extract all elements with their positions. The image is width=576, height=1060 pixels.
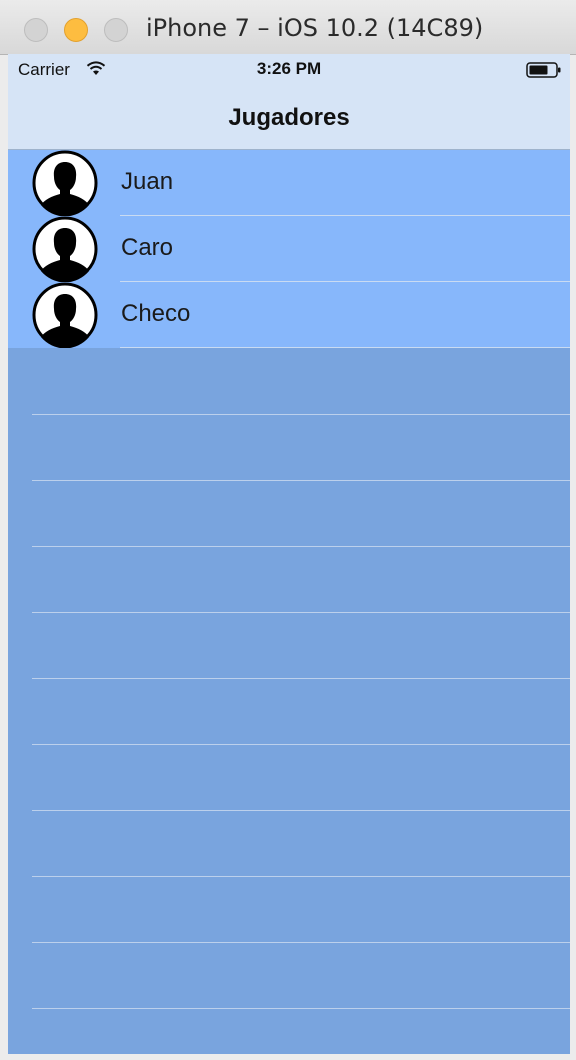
simulator-window: iPhone 7 – iOS 10.2 (14C89) Carrier 3:26… [0,0,576,1060]
zoom-button[interactable] [104,18,128,42]
status-bar: Carrier 3:26 PM [8,54,570,84]
empty-row-separator [32,942,570,943]
minimize-button[interactable] [64,18,88,42]
empty-row-separator [32,678,570,679]
player-name: Caro [121,234,174,261]
person-silhouette-icon [32,216,98,282]
nav-title: Jugadores [228,104,350,131]
empty-row-separator [32,414,570,415]
navigation-bar: Jugadores [8,84,570,150]
person-silhouette-icon [32,282,98,348]
window-title: iPhone 7 – iOS 10.2 (14C89) [146,14,484,42]
table-row[interactable]: Checo [8,282,570,348]
empty-row-separator [32,810,570,811]
empty-row-separator [32,480,570,481]
status-time: 3:26 PM [256,59,322,78]
empty-row-separator [32,1008,570,1009]
player-name: Checo [121,300,191,327]
empty-row-separator [32,612,570,613]
table-row[interactable]: Caro [8,216,570,282]
battery-icon [526,62,561,78]
window-titlebar[interactable]: iPhone 7 – iOS 10.2 (14C89) [0,0,576,55]
player-name: Juan [121,168,174,195]
empty-row-separator [32,546,570,547]
table-row[interactable]: Juan [8,150,570,216]
device-screen: Carrier 3:26 PM Jugadores Juan Caro Chec… [8,54,570,1054]
empty-row-separator [32,876,570,877]
close-button[interactable] [24,18,48,42]
person-silhouette-icon [32,150,98,216]
row-separator [120,347,570,348]
empty-row-separator [32,744,570,745]
